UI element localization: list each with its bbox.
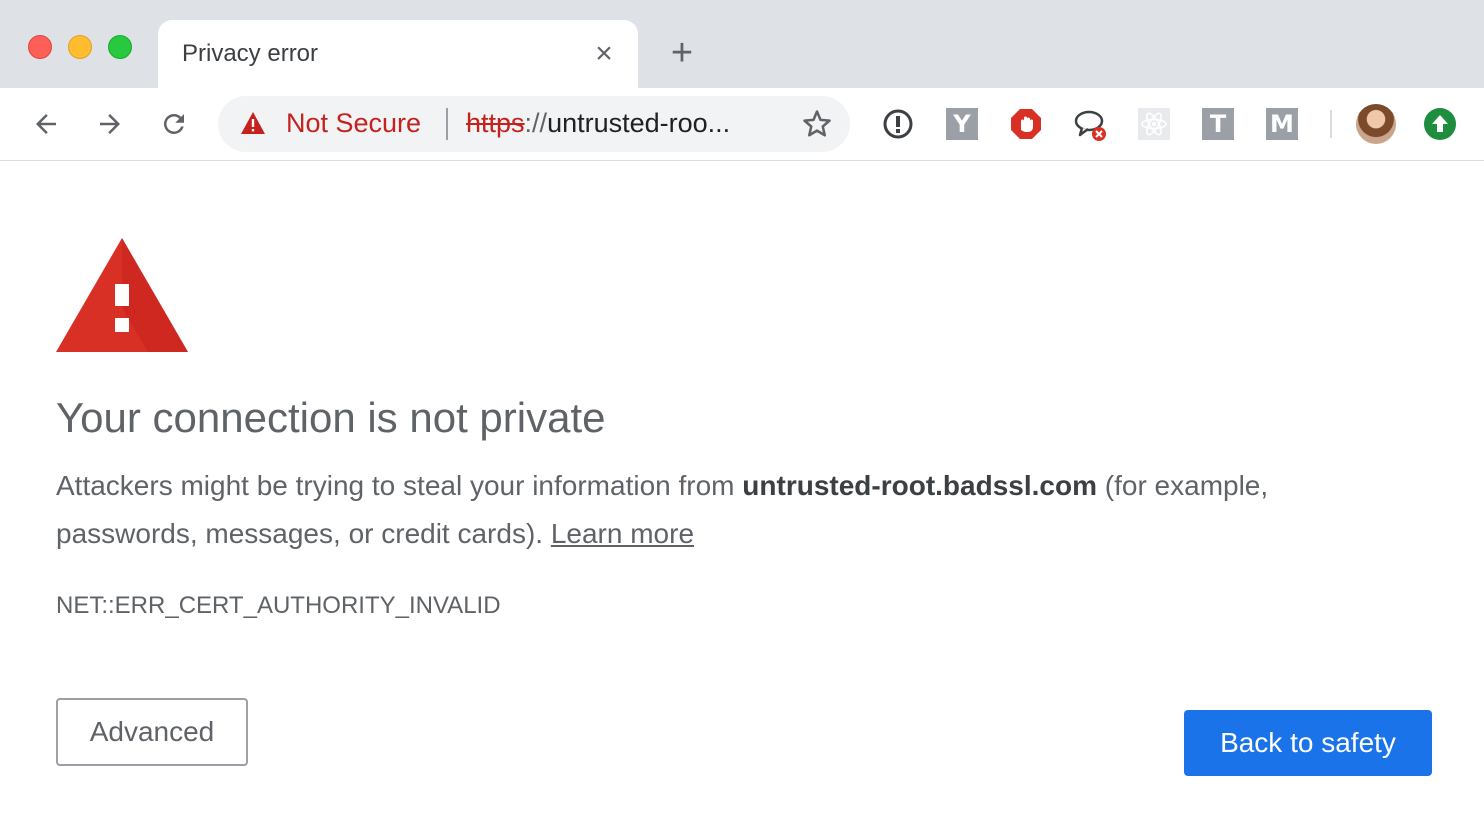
tab-title: Privacy error: [182, 40, 319, 67]
not-secure-warning-icon[interactable]: [240, 111, 266, 140]
warning-description: Attackers might be trying to steal your …: [56, 462, 1376, 558]
y-extension-label: Y: [946, 108, 978, 140]
react-devtools-icon[interactable]: [1138, 108, 1170, 140]
t-extension-icon[interactable]: T: [1202, 108, 1234, 140]
new-tab-plus-icon[interactable]: +: [664, 34, 700, 72]
url-scheme-separator: ://: [524, 108, 548, 138]
omnibox-separator: [446, 108, 448, 140]
profile-avatar[interactable]: [1356, 104, 1396, 144]
chat-blocked-extension-icon[interactable]: [1074, 108, 1106, 141]
url-scheme: https: [466, 108, 525, 138]
y-extension-icon[interactable]: Y: [946, 108, 978, 140]
m-extension-icon[interactable]: M: [1266, 108, 1298, 140]
learn-more-link[interactable]: Learn more: [551, 518, 694, 549]
update-arrow-icon[interactable]: [1424, 108, 1456, 140]
m-extension-label: M: [1266, 108, 1298, 140]
site-domain: untrusted-root.badssl.com: [742, 470, 1097, 501]
toolbar-separator: [1330, 110, 1332, 138]
minimize-window-button[interactable]: [68, 35, 92, 59]
warning-triangle-icon: [56, 238, 188, 357]
reload-icon[interactable]: [158, 108, 190, 140]
address-bar[interactable]: Not Secure https://untrusted-roo...: [218, 96, 850, 152]
url-text[interactable]: https://untrusted-roo...: [466, 108, 730, 139]
close-tab-icon[interactable]: ×: [590, 39, 618, 69]
advanced-button[interactable]: Advanced: [56, 698, 248, 766]
forward-arrow-icon[interactable]: [94, 108, 126, 140]
tab-privacy-error[interactable]: Privacy error ×: [158, 20, 638, 88]
tab-strip: Privacy error × +: [0, 0, 1484, 88]
not-secure-label[interactable]: Not Secure: [286, 108, 421, 139]
bookmark-star-icon[interactable]: [802, 109, 832, 144]
description-prefix: Attackers might be trying to steal your …: [56, 470, 743, 501]
toolbar: Not Secure https://untrusted-roo... Y T: [0, 88, 1484, 161]
page-title: Your connection is not private: [56, 394, 606, 441]
url-host: untrusted-roo...: [547, 108, 731, 138]
back-arrow-icon[interactable]: [30, 108, 62, 140]
t-extension-label: T: [1202, 108, 1234, 140]
adblock-hand-icon[interactable]: [1010, 108, 1042, 140]
zoom-window-button[interactable]: [108, 35, 132, 59]
password-manager-extension-icon[interactable]: [882, 108, 914, 140]
browser-window: Privacy error × + Not Secure https://unt…: [0, 0, 1484, 824]
close-window-button[interactable]: [28, 35, 52, 59]
error-code: NET::ERR_CERT_AUTHORITY_INVALID: [56, 592, 501, 619]
back-to-safety-button[interactable]: Back to safety: [1184, 710, 1432, 776]
interstitial-content: Your connection is not private Attackers…: [56, 162, 1436, 824]
